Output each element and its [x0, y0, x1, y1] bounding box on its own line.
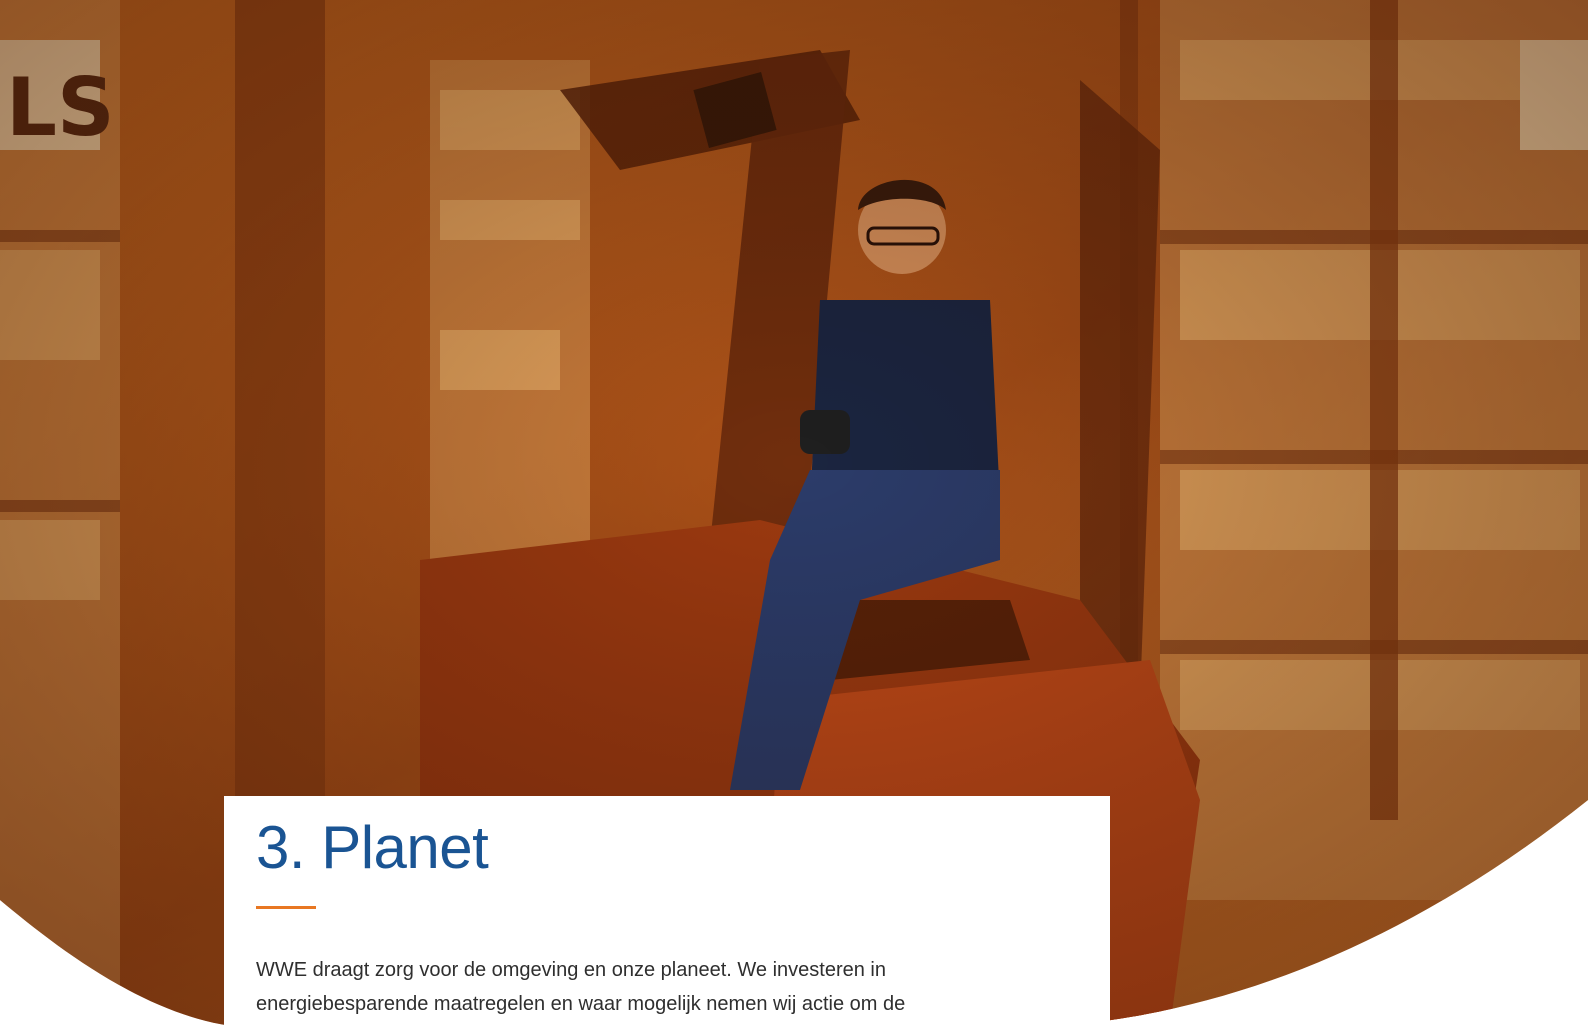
content-card: 3. Planet WWE draagt zorg voor de omgevi…	[224, 796, 1110, 1028]
section-body-text: WWE draagt zorg voor de omgeving en onze…	[256, 959, 906, 1015]
page: LS	[0, 0, 1588, 1028]
section-title: 3. Planet	[256, 814, 489, 881]
title-accent-rule	[256, 906, 316, 909]
